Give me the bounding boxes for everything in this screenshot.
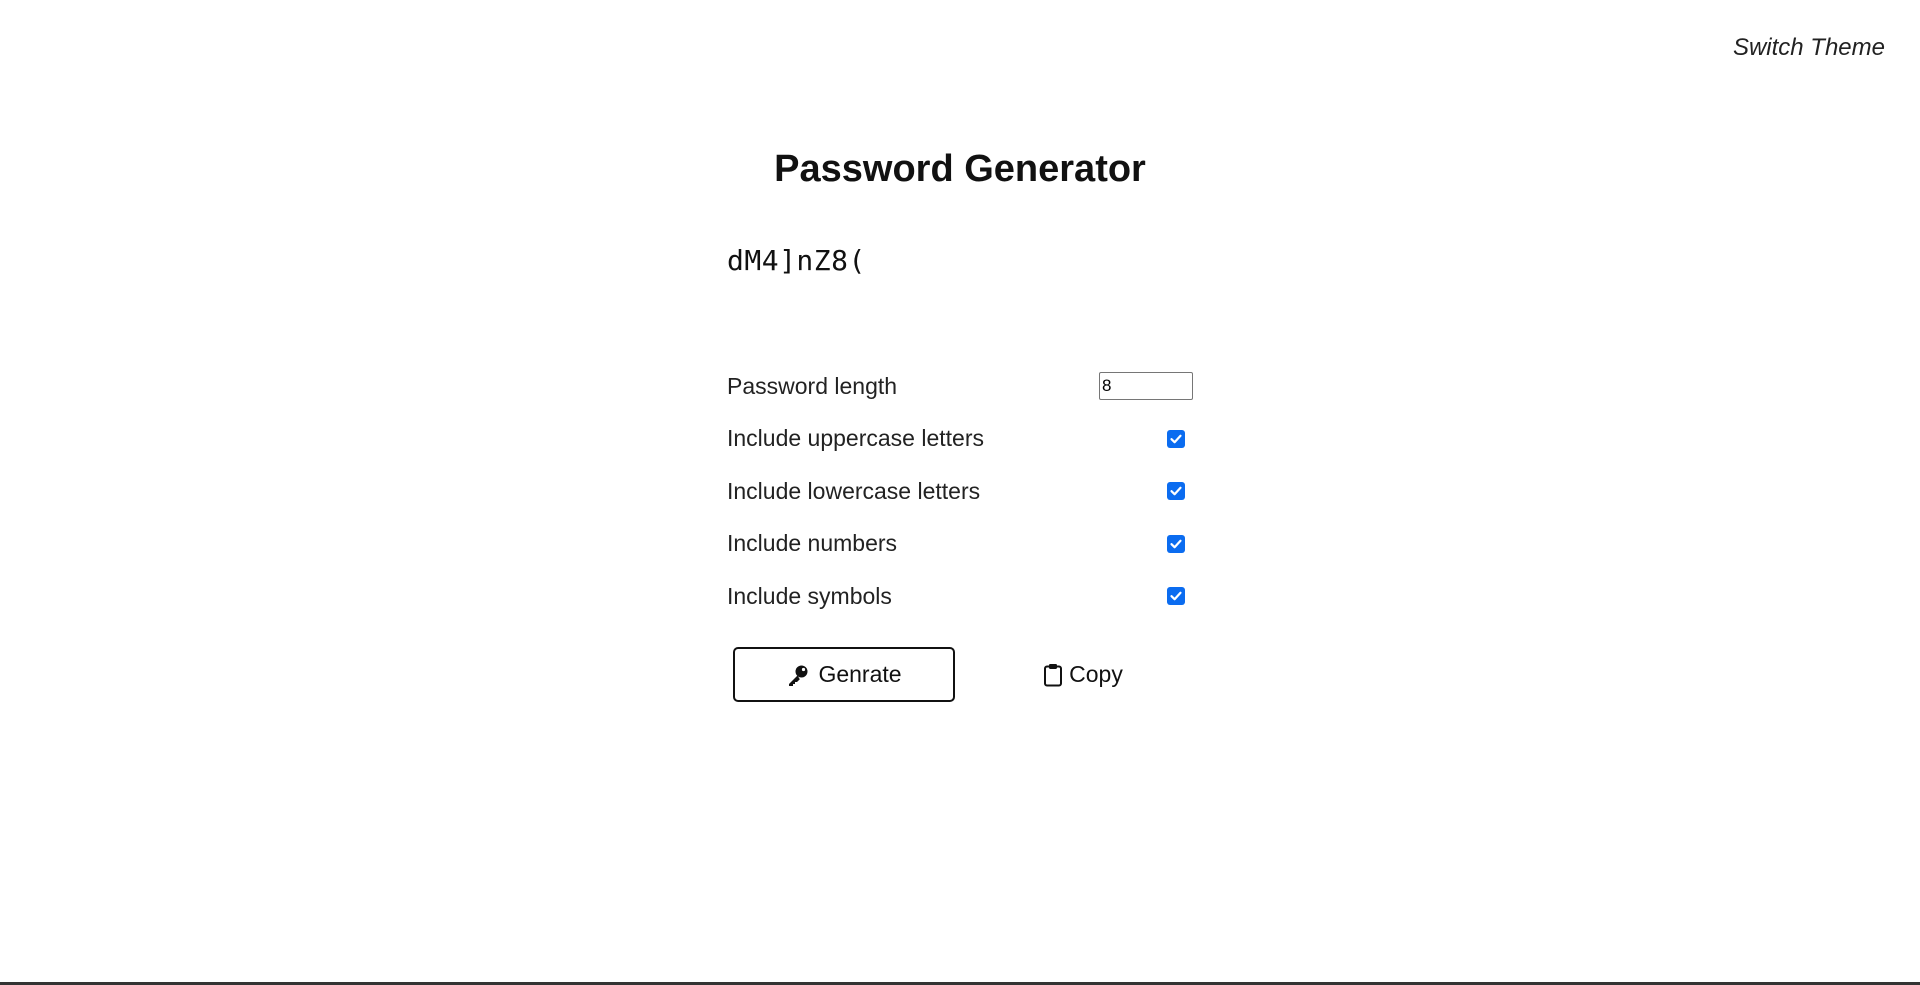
numbers-checkbox[interactable] — [1167, 534, 1185, 553]
check-icon — [1170, 591, 1182, 601]
generated-password: dM4]nZ8( — [727, 244, 866, 277]
copy-button-label: Copy — [1069, 661, 1123, 687]
clipboard-icon — [1044, 663, 1063, 686]
setting-length-row: Password length — [727, 360, 1193, 413]
page-title: Password Generator — [774, 148, 1146, 190]
numbers-label: Include numbers — [727, 530, 898, 557]
check-icon — [1170, 486, 1182, 496]
uppercase-checkbox[interactable] — [1167, 429, 1185, 448]
switch-theme-link[interactable]: Switch Theme — [1733, 34, 1885, 62]
setting-uppercase-row: Include uppercase letters — [727, 413, 1193, 466]
symbols-label: Include symbols — [727, 582, 892, 609]
generate-button[interactable]: Genrate — [733, 647, 955, 702]
password-length-input[interactable] — [1099, 372, 1193, 401]
generate-button-label: Genrate — [818, 661, 902, 687]
page: Switch Theme Password Generator dM4]nZ8(… — [0, 0, 1920, 985]
setting-numbers-row: Include numbers — [727, 518, 1193, 571]
lowercase-label: Include lowercase letters — [727, 477, 981, 504]
check-icon — [1170, 434, 1182, 444]
uppercase-label: Include uppercase letters — [727, 425, 984, 452]
password-length-label: Password length — [727, 372, 898, 399]
setting-lowercase-row: Include lowercase letters — [727, 465, 1193, 518]
settings-panel: Password length Include uppercase letter… — [727, 360, 1193, 623]
symbols-checkbox[interactable] — [1167, 587, 1185, 606]
check-icon — [1170, 539, 1182, 549]
copy-button[interactable]: Copy — [1033, 647, 1133, 702]
key-icon — [789, 665, 808, 686]
action-buttons: Genrate Copy — [733, 647, 1193, 702]
lowercase-checkbox[interactable] — [1167, 482, 1185, 501]
setting-symbols-row: Include symbols — [727, 570, 1193, 623]
